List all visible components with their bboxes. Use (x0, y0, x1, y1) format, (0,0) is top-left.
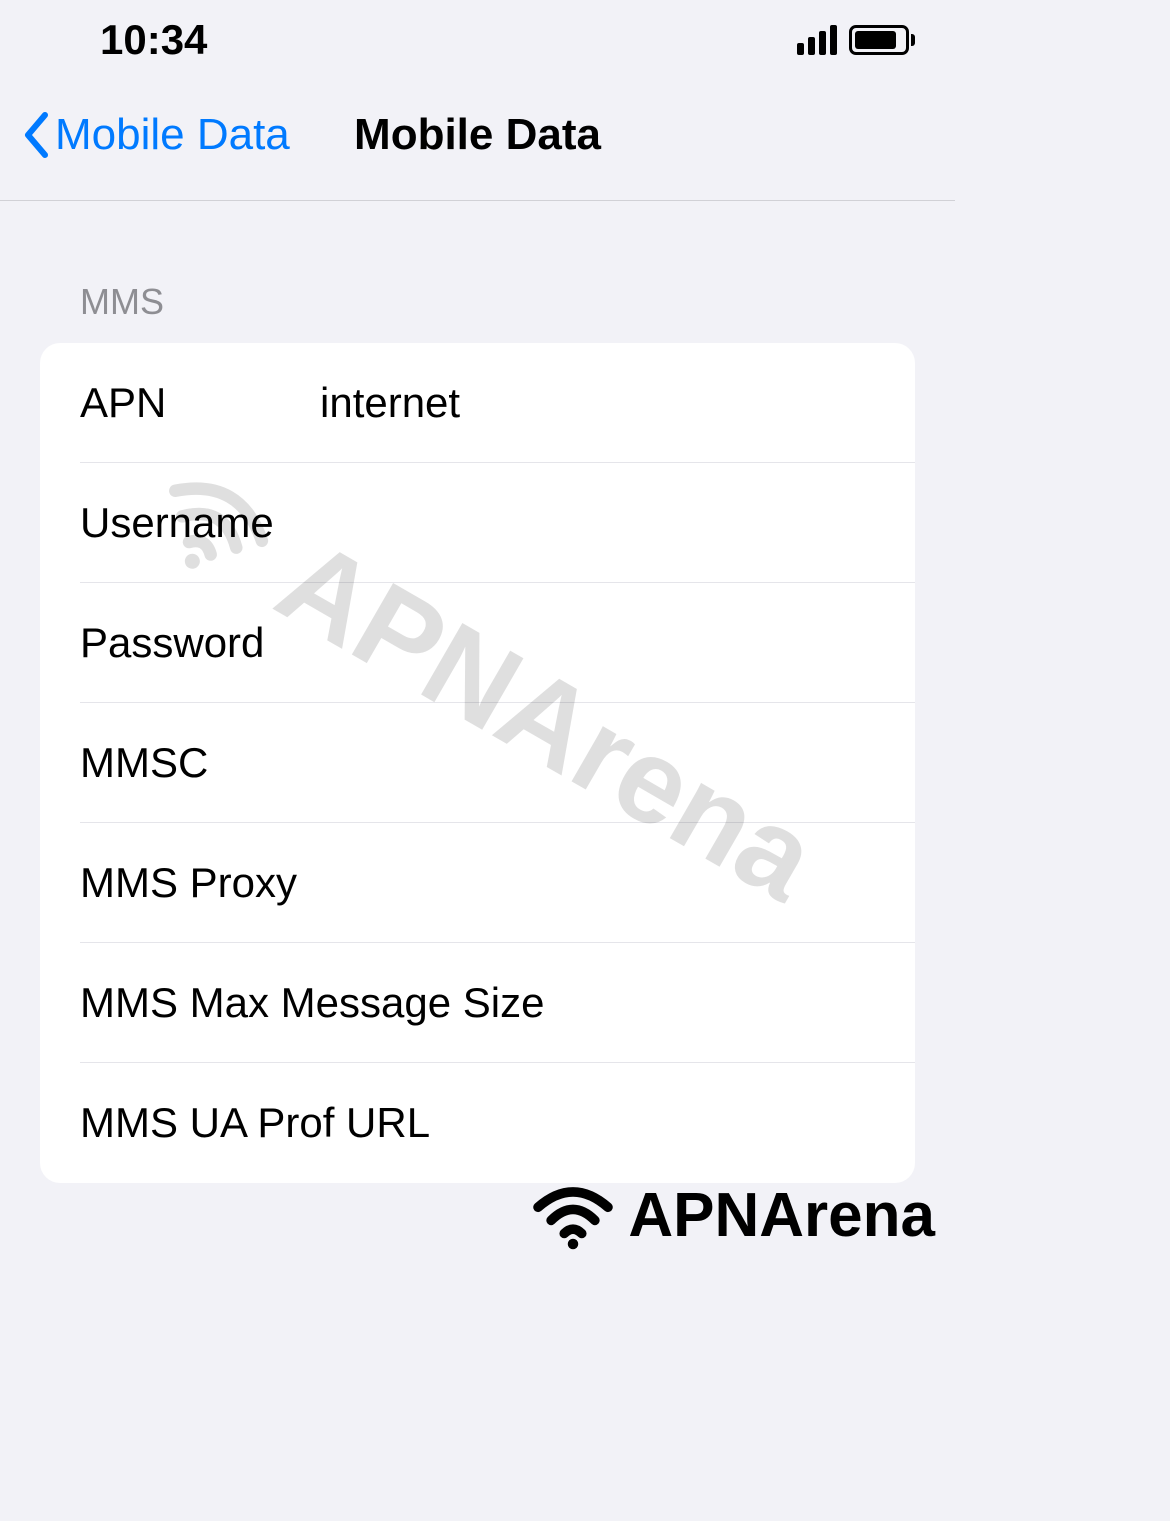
back-label: Mobile Data (55, 110, 290, 160)
input-mms-proxy[interactable] (297, 859, 915, 907)
input-mms-max-size[interactable] (544, 979, 915, 1027)
input-mmsc[interactable] (320, 739, 915, 787)
page-title: Mobile Data (354, 110, 601, 160)
status-bar: 10:34 (0, 0, 955, 80)
input-password[interactable] (320, 619, 915, 667)
navigation-bar: Mobile Data Mobile Data (0, 80, 955, 201)
label-mms-max-size: MMS Max Message Size (80, 979, 544, 1027)
row-password[interactable]: Password (80, 583, 915, 703)
label-username: Username (80, 499, 320, 547)
footer-watermark: APNArena (528, 1180, 935, 1251)
label-password: Password (80, 619, 320, 667)
back-button[interactable]: Mobile Data (20, 110, 290, 160)
wifi-icon (528, 1181, 618, 1251)
row-apn[interactable]: APN (80, 343, 915, 463)
status-icons (797, 25, 915, 55)
label-apn: APN (80, 379, 320, 427)
label-mms-ua-prof: MMS UA Prof URL (80, 1099, 430, 1147)
label-mms-proxy: MMS Proxy (80, 859, 297, 907)
settings-group-mms: APN Username Password MMSC MMS Proxy MMS… (40, 343, 915, 1183)
input-apn[interactable] (320, 379, 915, 427)
row-mms-max-size[interactable]: MMS Max Message Size (80, 943, 915, 1063)
row-mmsc[interactable]: MMSC (80, 703, 915, 823)
status-time: 10:34 (100, 16, 207, 64)
input-mms-ua-prof[interactable] (430, 1099, 915, 1147)
battery-icon (849, 25, 915, 55)
row-mms-proxy[interactable]: MMS Proxy (80, 823, 915, 943)
input-username[interactable] (320, 499, 915, 547)
cellular-signal-icon (797, 25, 837, 55)
row-mms-ua-prof[interactable]: MMS UA Prof URL (40, 1063, 915, 1183)
chevron-left-icon (20, 110, 50, 160)
footer-text: APNArena (628, 1180, 935, 1251)
label-mmsc: MMSC (80, 739, 320, 787)
section-header-mms: MMS (0, 201, 955, 343)
row-username[interactable]: Username (80, 463, 915, 583)
